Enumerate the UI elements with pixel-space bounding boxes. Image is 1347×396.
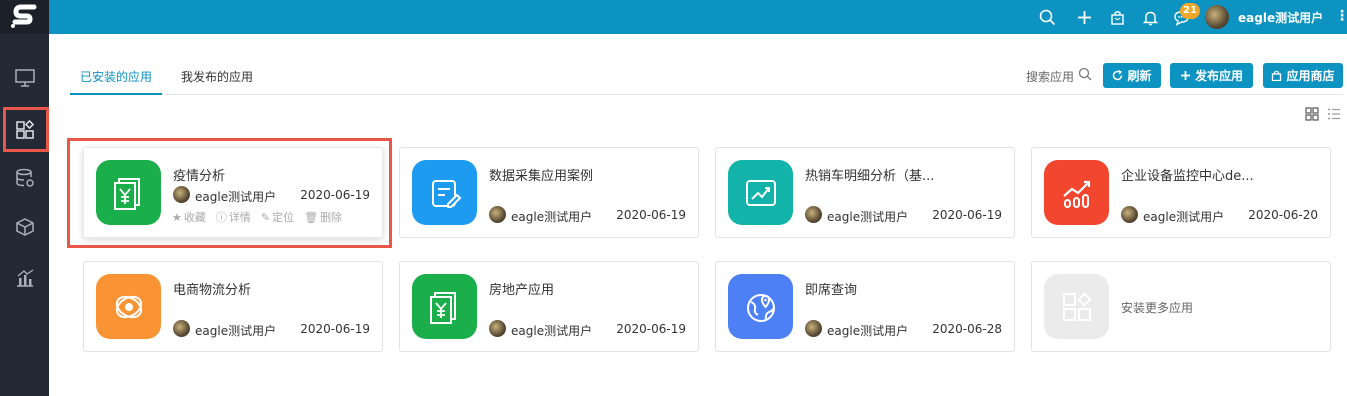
app-card[interactable]: 即席查询 eagle测试用户 2020-06-28 xyxy=(715,261,1015,352)
trend-chart-icon xyxy=(728,160,793,225)
app-date: 2020-06-19 xyxy=(300,322,370,336)
add-icon[interactable] xyxy=(1072,5,1096,29)
app-title[interactable]: 企业设备监控中心de... xyxy=(1121,165,1254,184)
avatar xyxy=(173,320,190,337)
bell-icon[interactable] xyxy=(1138,5,1162,29)
app-owner: eagle测试用户 xyxy=(511,324,593,338)
app-date: 2020-06-19 xyxy=(616,208,686,222)
bag-icon xyxy=(1272,70,1282,81)
app-card[interactable]: 企业设备监控中心de... eagle测试用户 2020-06-20 xyxy=(1031,147,1331,238)
shop-bag-icon[interactable] xyxy=(1105,5,1129,29)
app-card[interactable]: 电商物流分析 eagle测试用户 2020-06-19 xyxy=(83,261,383,352)
database-gear-icon xyxy=(15,168,34,187)
user-avatar[interactable] xyxy=(1205,5,1229,29)
message-count-badge: 21 xyxy=(1180,3,1200,19)
avatar xyxy=(489,320,506,337)
app-store-label: 应用商店 xyxy=(1286,69,1335,83)
sidebar xyxy=(0,0,49,396)
install-more-card[interactable]: 安装更多应用 xyxy=(1031,261,1331,352)
nav-data[interactable] xyxy=(0,156,49,200)
active-tab-underline xyxy=(70,93,162,95)
grid-view-icon[interactable] xyxy=(1305,107,1319,121)
bar-chart-icon xyxy=(16,269,33,287)
card-highlight-box xyxy=(67,138,392,248)
yuan-doc-icon xyxy=(412,274,477,339)
app-title[interactable]: 电商物流分析 xyxy=(173,279,251,298)
nav-reports[interactable] xyxy=(0,256,49,300)
growth-chart-icon xyxy=(1044,160,1109,225)
app-title[interactable]: 数据采集应用案例 xyxy=(489,165,593,184)
avatar xyxy=(805,206,822,223)
app-owner: eagle测试用户 xyxy=(1143,210,1225,224)
nav-highlight-box xyxy=(3,107,49,152)
publish-app-button[interactable]: 发布应用 xyxy=(1170,63,1253,88)
list-view-icon[interactable] xyxy=(1327,107,1341,121)
s-logo-icon xyxy=(10,4,36,28)
monitor-icon xyxy=(14,69,35,87)
app-date: 2020-06-28 xyxy=(932,322,1002,336)
search-apps-label[interactable]: 搜索应用 xyxy=(1026,68,1074,85)
refresh-icon xyxy=(1113,70,1123,81)
cube-icon xyxy=(15,218,34,236)
logistics-icon xyxy=(96,274,161,339)
app-title[interactable]: 热销车明细分析（基... xyxy=(805,165,934,184)
app-owner: eagle测试用户 xyxy=(827,324,909,338)
search-icon[interactable] xyxy=(1035,5,1059,29)
search-apps-icon[interactable] xyxy=(1078,67,1092,81)
install-more-label[interactable]: 安装更多应用 xyxy=(1121,299,1193,316)
add-apps-icon xyxy=(1044,274,1109,339)
publish-app-label: 发布应用 xyxy=(1194,69,1243,83)
avatar xyxy=(805,320,822,337)
tab-divider xyxy=(70,94,1343,95)
app-card[interactable]: 房地产应用 eagle测试用户 2020-06-19 xyxy=(399,261,699,352)
app-owner: eagle测试用户 xyxy=(195,324,277,338)
app-store-button[interactable]: 应用商店 xyxy=(1263,63,1343,88)
app-owner: eagle测试用户 xyxy=(511,210,593,224)
nav-models[interactable] xyxy=(0,205,49,249)
tab-my-published-apps[interactable]: 我发布的应用 xyxy=(181,68,253,85)
more-menu-icon[interactable]: ⋮ xyxy=(1335,8,1347,24)
app-card[interactable]: 数据采集应用案例 eagle测试用户 2020-06-19 xyxy=(399,147,699,238)
globe-pin-icon xyxy=(728,274,793,339)
app-date: 2020-06-19 xyxy=(616,322,686,336)
form-edit-icon xyxy=(412,160,477,225)
app-title[interactable]: 房地产应用 xyxy=(489,279,554,298)
app-date: 2020-06-20 xyxy=(1248,208,1318,222)
avatar xyxy=(1121,206,1138,223)
app-date: 2020-06-19 xyxy=(932,208,1002,222)
app-owner: eagle测试用户 xyxy=(827,210,909,224)
refresh-label: 刷新 xyxy=(1127,69,1152,83)
app-title[interactable]: 即席查询 xyxy=(805,279,857,298)
avatar xyxy=(489,206,506,223)
tab-installed-apps[interactable]: 已安装的应用 xyxy=(80,68,152,85)
app-logo[interactable] xyxy=(0,0,49,34)
plus-icon xyxy=(1180,71,1190,80)
app-card[interactable]: 热销车明细分析（基... eagle测试用户 2020-06-19 xyxy=(715,147,1015,238)
username[interactable]: eagle测试用户 xyxy=(1238,9,1323,26)
nav-monitor[interactable] xyxy=(0,56,49,100)
refresh-button[interactable]: 刷新 xyxy=(1103,63,1161,88)
